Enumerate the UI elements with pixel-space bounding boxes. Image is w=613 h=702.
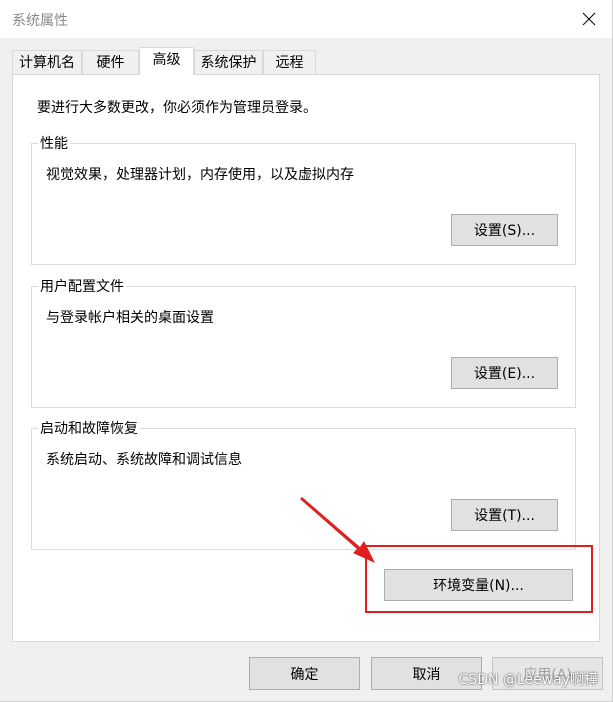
startup-recovery-settings-button[interactable]: 设置(T)... <box>451 499 558 531</box>
tab-computer-name[interactable]: 计算机名 <box>12 50 82 74</box>
performance-group: 性能 视觉效果，处理器计划，内存使用，以及虚拟内存 设置(S)... <box>31 133 576 265</box>
close-button[interactable] <box>566 0 612 38</box>
tab-hardware[interactable]: 硬件 <box>82 50 139 74</box>
tab-remote[interactable]: 远程 <box>263 50 316 74</box>
close-icon <box>582 12 596 26</box>
system-properties-dialog: 系统属性 计算机名 硬件 高级 系统保护 远程 要进行大多数更改，你必须作为管理… <box>0 0 613 702</box>
startup-recovery-description: 系统启动、系统故障和调试信息 <box>46 452 242 468</box>
startup-recovery-label: 启动和故障恢复 <box>38 418 140 438</box>
tab-advanced[interactable]: 高级 <box>139 47 194 75</box>
performance-description: 视觉效果，处理器计划，内存使用，以及虚拟内存 <box>46 167 354 183</box>
performance-settings-button[interactable]: 设置(S)... <box>451 214 558 246</box>
title-bar: 系统属性 <box>0 0 612 38</box>
ok-button[interactable]: 确定 <box>249 657 360 690</box>
tab-system-protection[interactable]: 系统保护 <box>194 50 263 74</box>
admin-notice: 要进行大多数更改，你必须作为管理员登录。 <box>37 100 317 116</box>
user-profiles-description: 与登录帐户相关的桌面设置 <box>46 310 214 326</box>
window-title: 系统属性 <box>12 13 68 29</box>
startup-recovery-group: 启动和故障恢复 系统启动、系统故障和调试信息 设置(T)... <box>31 418 576 550</box>
user-profiles-label: 用户配置文件 <box>38 276 126 296</box>
user-profiles-settings-button[interactable]: 设置(E)... <box>451 357 558 389</box>
user-profiles-group: 用户配置文件 与登录帐户相关的桌面设置 设置(E)... <box>31 276 576 408</box>
performance-label: 性能 <box>38 133 70 153</box>
environment-variables-button[interactable]: 环境变量(N)... <box>384 569 573 601</box>
advanced-tab-panel: 要进行大多数更改，你必须作为管理员登录。 性能 视觉效果，处理器计划，内存使用，… <box>12 74 600 642</box>
csdn-watermark: CSDN @Leeway啊樺 <box>458 672 598 688</box>
